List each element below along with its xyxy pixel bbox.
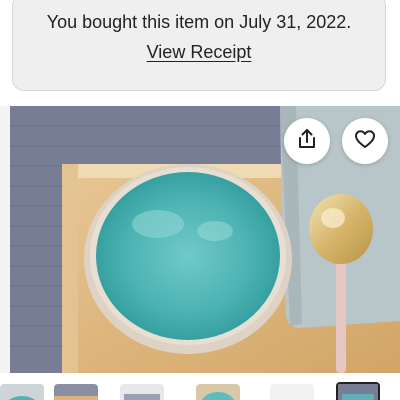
share-icon xyxy=(295,127,319,156)
share-button[interactable] xyxy=(284,118,330,164)
thumbnail-4[interactable] xyxy=(196,384,240,400)
thumbnail-5[interactable] xyxy=(270,384,314,400)
heart-icon xyxy=(353,127,377,156)
thumbnail-3[interactable] xyxy=(120,384,164,400)
thumbnail-6-selected[interactable] xyxy=(336,382,380,400)
thumbnail-2[interactable] xyxy=(54,384,98,400)
purchase-date-text: You bought this item on July 31, 2022. xyxy=(46,12,352,32)
thumbnail-strip xyxy=(0,381,400,400)
thumbnail-1[interactable] xyxy=(0,384,44,400)
listing-main-photo[interactable] xyxy=(0,106,400,373)
favorite-button[interactable] xyxy=(342,118,388,164)
purchase-receipt-banner: You bought this item on July 31, 2022. V… xyxy=(12,0,386,91)
view-receipt-link[interactable]: View Receipt xyxy=(13,42,385,63)
